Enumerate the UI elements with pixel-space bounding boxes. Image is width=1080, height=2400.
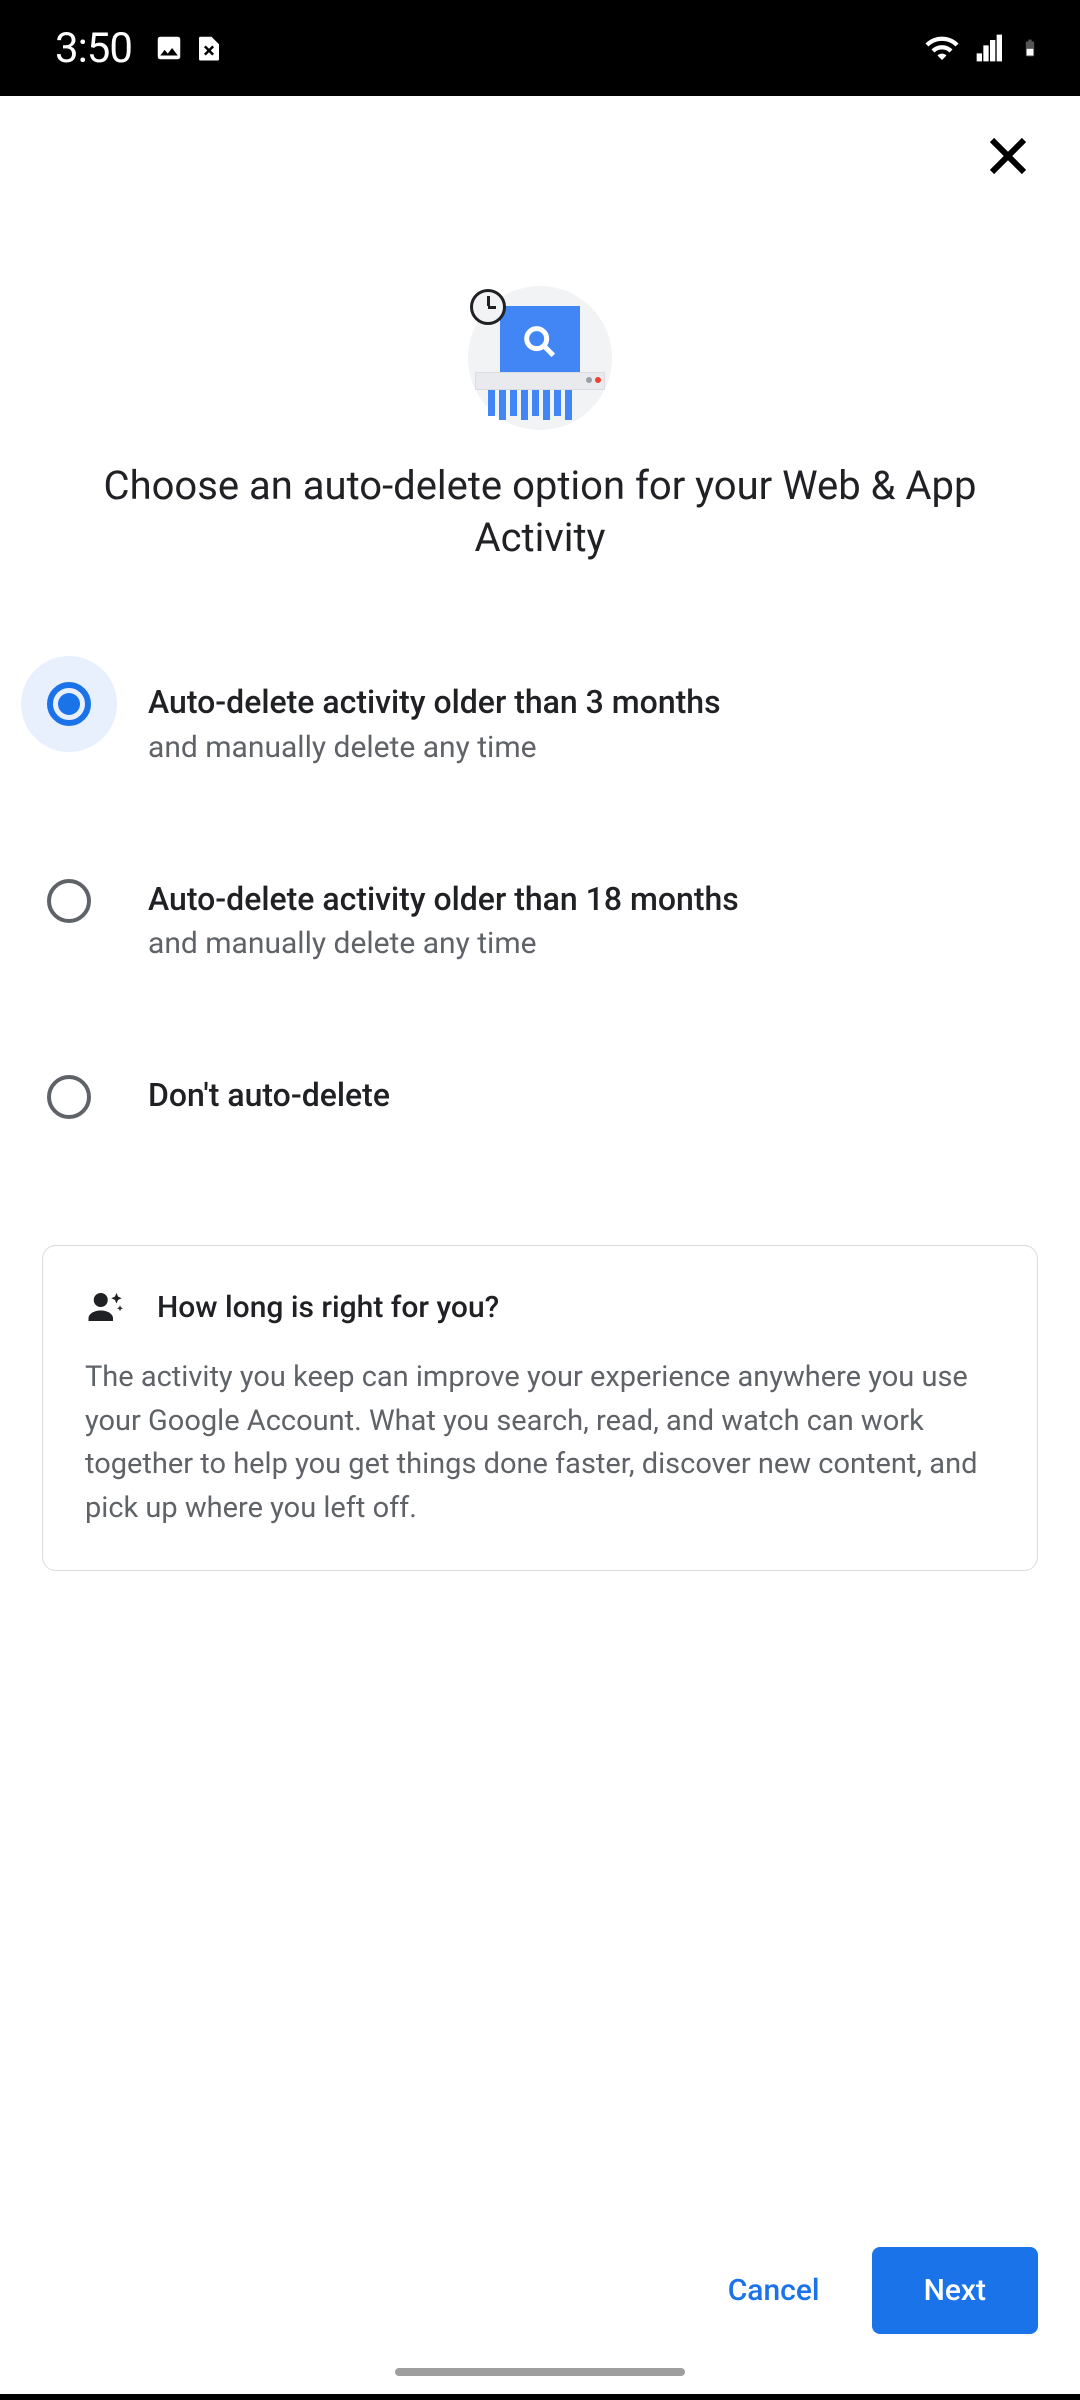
option-3-months[interactable]: Auto-delete activity older than 3 months…: [45, 654, 1035, 791]
radio-selected-icon: [45, 680, 93, 728]
option-text: Don't auto-delete: [148, 1071, 1035, 1117]
option-title: Don't auto-delete: [148, 1075, 1035, 1117]
bottom-bar: [0, 2394, 1080, 2400]
next-button[interactable]: Next: [872, 2247, 1038, 2334]
clock-icon: [470, 289, 506, 325]
page-content: Choose an auto-delete option for your We…: [0, 96, 1080, 2394]
option-dont-delete[interactable]: Don't auto-delete: [45, 1047, 1035, 1145]
info-body: The activity you keep can improve your e…: [85, 1356, 995, 1530]
page-title: Choose an auto-delete option for your We…: [0, 430, 1080, 564]
status-notification-icons: [154, 33, 224, 63]
info-header: How long is right for you?: [85, 1286, 995, 1328]
illustration-container: [0, 186, 1080, 430]
footer-actions: Cancel Next: [718, 2247, 1038, 2334]
header-row: [0, 96, 1080, 186]
status-right: [924, 30, 1040, 66]
person-sparkle-icon: [85, 1286, 127, 1328]
option-title: Auto-delete activity older than 3 months: [148, 682, 1035, 724]
signal-icon: [974, 32, 1006, 64]
auto-delete-illustration: [468, 286, 612, 430]
picture-icon: [154, 33, 184, 63]
option-title: Auto-delete activity older than 18 month…: [148, 879, 1035, 921]
info-title: How long is right for you?: [157, 1290, 499, 1325]
search-icon: [520, 322, 560, 362]
option-subtitle: and manually delete any time: [148, 924, 1035, 963]
battery-icon: [1020, 30, 1040, 66]
option-text: Auto-delete activity older than 18 month…: [148, 875, 1035, 964]
close-button[interactable]: [978, 126, 1038, 186]
info-card: How long is right for you? The activity …: [42, 1245, 1038, 1571]
wifi-icon: [924, 30, 960, 66]
close-icon: [984, 132, 1032, 180]
card-x-icon: [194, 33, 224, 63]
option-18-months[interactable]: Auto-delete activity older than 18 month…: [45, 851, 1035, 988]
cancel-button[interactable]: Cancel: [718, 2249, 830, 2332]
status-bar: 3:50: [0, 0, 1080, 96]
status-time: 3:50: [55, 24, 132, 73]
nav-indicator: [395, 2368, 685, 2376]
status-left: 3:50: [55, 24, 224, 73]
radio-unselected-icon: [45, 1073, 93, 1121]
option-subtitle: and manually delete any time: [148, 728, 1035, 767]
option-text: Auto-delete activity older than 3 months…: [148, 678, 1035, 767]
radio-options: Auto-delete activity older than 3 months…: [0, 564, 1080, 1145]
radio-unselected-icon: [45, 877, 93, 925]
